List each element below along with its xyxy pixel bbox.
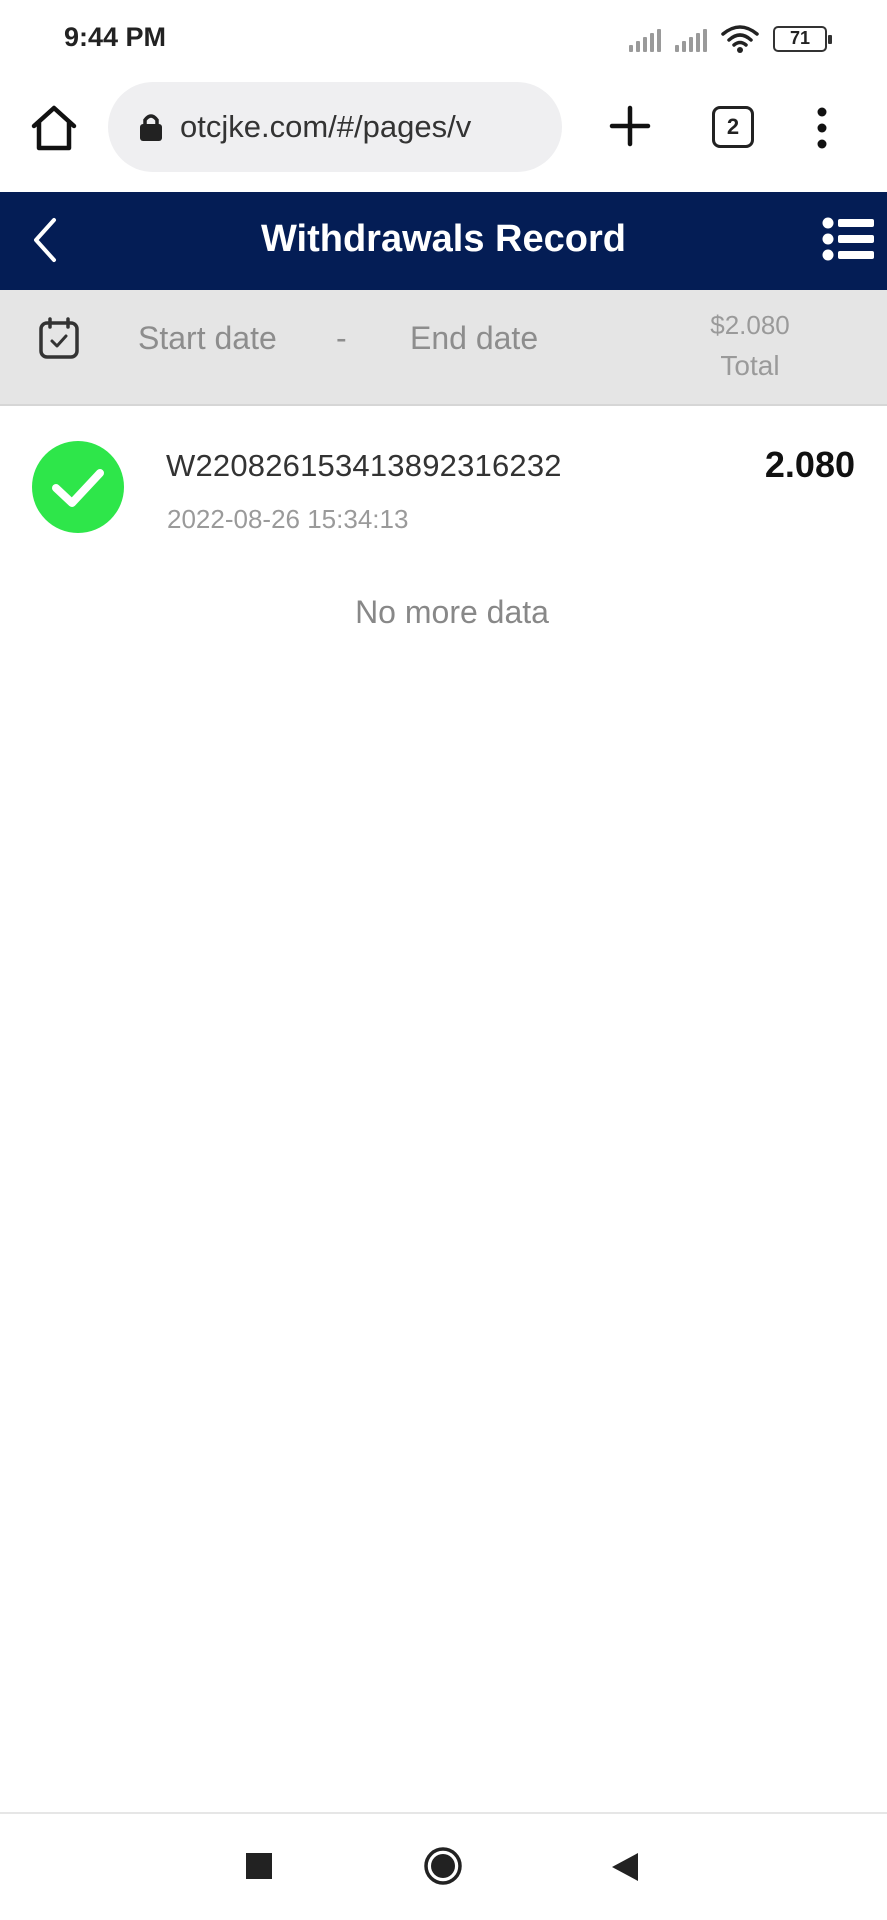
calendar-icon[interactable] bbox=[38, 316, 80, 360]
total-label: Total bbox=[720, 350, 780, 381]
status-bar: 9:44 PM 71 bbox=[0, 0, 887, 80]
list-item[interactable]: W220826153413892316232 2022-08-26 15:34:… bbox=[0, 408, 887, 558]
total-amount: $2.080 bbox=[710, 310, 790, 340]
more-vert-icon[interactable] bbox=[810, 104, 834, 152]
wifi-icon bbox=[721, 25, 759, 53]
home-icon[interactable] bbox=[28, 102, 80, 154]
check-circle-icon bbox=[32, 441, 124, 533]
signal-icon bbox=[675, 26, 707, 52]
lock-icon bbox=[140, 114, 162, 141]
address-bar[interactable]: otcjke.com/#/pages/v bbox=[108, 82, 562, 172]
page-title: Withdrawals Record bbox=[261, 218, 626, 260]
app-header: Withdrawals Record bbox=[0, 192, 887, 290]
status-icons: 71 bbox=[629, 24, 832, 54]
status-time: 9:44 PM bbox=[64, 22, 167, 52]
nav-divider bbox=[0, 1812, 887, 1814]
url-text: otcjke.com/#/pages/v bbox=[180, 109, 472, 144]
browser-toolbar: otcjke.com/#/pages/v 2 bbox=[0, 80, 887, 192]
list-menu-icon[interactable] bbox=[822, 214, 876, 264]
date-separator: - bbox=[336, 320, 347, 356]
battery-indicator: 71 bbox=[773, 26, 832, 52]
plus-icon[interactable] bbox=[606, 102, 654, 150]
end-date-field[interactable]: End date bbox=[410, 320, 538, 357]
list-footer: No more data bbox=[355, 594, 549, 630]
start-date-field[interactable]: Start date bbox=[138, 320, 277, 357]
signal-icon bbox=[629, 26, 661, 52]
date-filter-bar: Start date - End date $2.080 Total bbox=[0, 290, 887, 406]
nav-home-icon[interactable] bbox=[423, 1846, 463, 1886]
nav-back-icon[interactable] bbox=[610, 1851, 640, 1883]
record-amount: 2.080 bbox=[764, 444, 855, 485]
record-time: 2022-08-26 15:34:13 bbox=[167, 504, 409, 534]
tabs-icon[interactable]: 2 bbox=[712, 106, 754, 148]
record-id: W220826153413892316232 bbox=[166, 448, 562, 483]
nav-recent-icon[interactable] bbox=[246, 1853, 272, 1879]
